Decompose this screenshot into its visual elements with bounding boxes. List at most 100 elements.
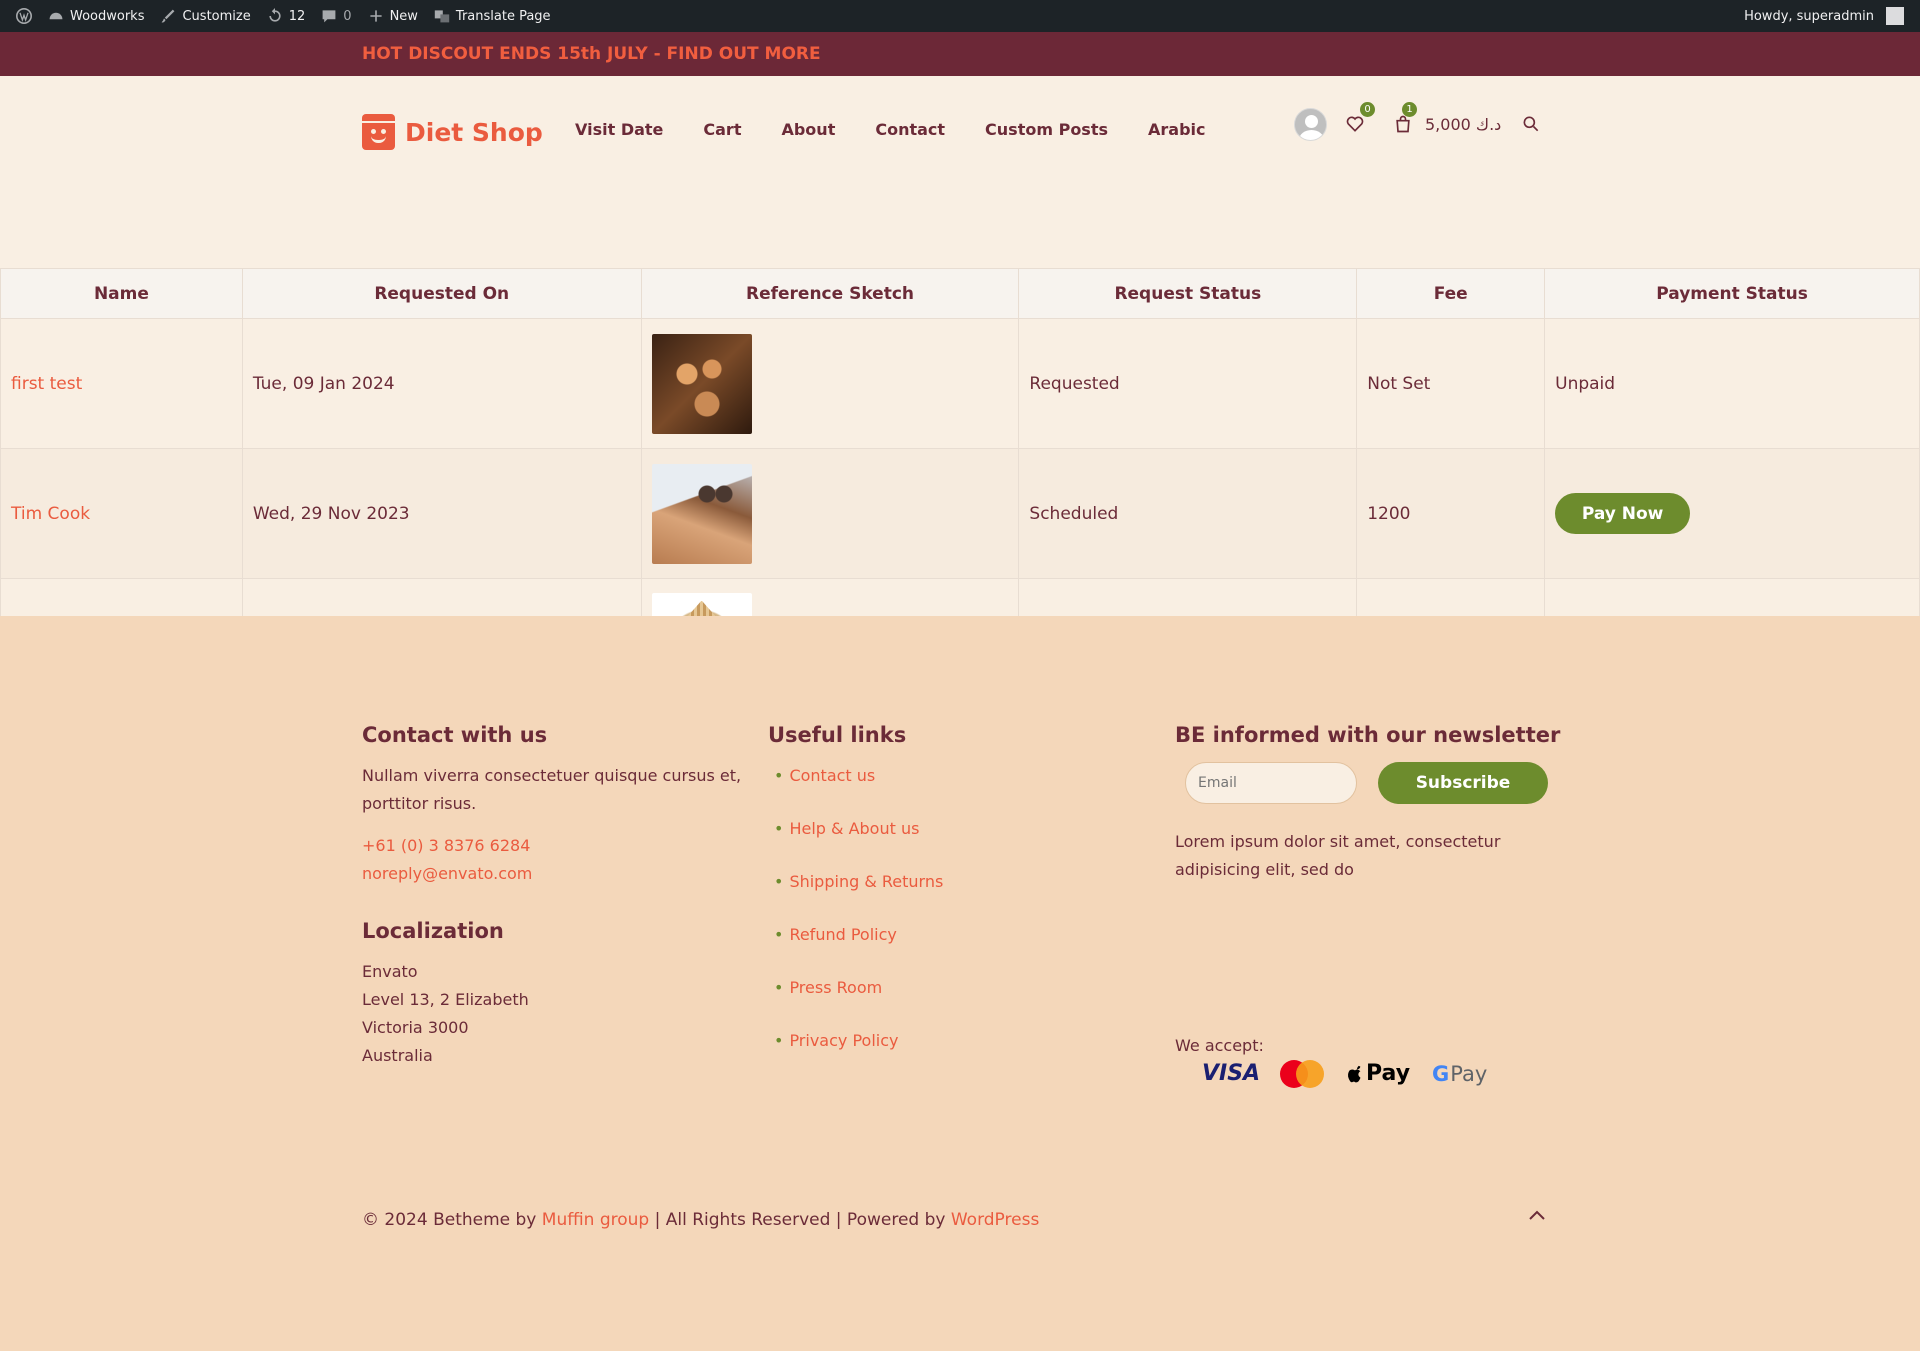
apple-pay-label: Pay (1366, 1061, 1411, 1086)
newsletter-email-input[interactable] (1185, 762, 1357, 804)
footer-link-shipping-returns[interactable]: Shipping & Returns (768, 868, 1068, 921)
nav-item-arabic[interactable]: Arabic (1148, 120, 1206, 139)
useful-links-list: Contact us Help & About us Shipping & Re… (768, 762, 1068, 1080)
we-accept-label: We accept: (1175, 1036, 1264, 1055)
contact-phone-link[interactable]: +61 (0) 3 8376 6284 (362, 832, 742, 860)
pay-now-button[interactable]: Pay Now (1555, 493, 1691, 534)
nav-item-visit-date[interactable]: Visit Date (575, 120, 663, 139)
footer-contact-column: Contact with us Nullam viverra consectet… (362, 722, 742, 1070)
wordpress-icon (16, 8, 32, 24)
column-header-reference-sketch: Reference Sketch (640, 268, 1020, 319)
useful-links-title: Useful links (768, 723, 907, 747)
requested-on-cell: Tue, 09 Jan 2024 (241, 318, 642, 449)
table-row: Tim Cook Wed, 29 Nov 2023 Scheduled 1200… (0, 448, 1920, 579)
footer-link-refund-policy[interactable]: Refund Policy (768, 921, 1068, 974)
site-logo[interactable]: Diet Shop (362, 114, 543, 150)
cart-button[interactable]: 1 (1393, 102, 1417, 134)
google-pay-label: Pay (1450, 1062, 1488, 1086)
wordpress-logo-button[interactable] (8, 0, 40, 32)
search-icon (1523, 116, 1539, 132)
table-row: first test Tue, 09 Jan 2024 Requested No… (0, 318, 1920, 449)
column-header-request-status: Request Status (1018, 268, 1358, 319)
my-account-link[interactable]: Howdy, superadmin (1736, 0, 1912, 32)
request-status-cell: Requested (1018, 318, 1358, 449)
contact-text: Nullam viverra consectetuer quisque curs… (362, 766, 742, 813)
customize-label: Customize (182, 8, 251, 24)
greeting-label: Howdy, superadmin (1744, 8, 1874, 24)
address-line: Level 13, 2 Elizabeth (362, 990, 529, 1009)
new-label: New (389, 8, 418, 24)
google-g-label: G (1432, 1062, 1450, 1086)
nav-item-about[interactable]: About (781, 120, 835, 139)
payment-status-cell: Pay Now (1544, 448, 1920, 579)
requested-on-cell: Wed, 29 Nov 2023 (241, 448, 642, 579)
nav-item-cart[interactable]: Cart (703, 120, 741, 139)
site-footer: Contact with us Nullam viverra consectet… (0, 616, 1920, 1271)
wordpress-link[interactable]: WordPress (951, 1210, 1039, 1230)
sketch-thumbnail-box[interactable] (651, 333, 752, 434)
updates-count: 12 (288, 8, 306, 24)
updates-icon (269, 8, 281, 22)
mastercard-icon (1280, 1060, 1324, 1088)
back-to-top-button[interactable] (1528, 1206, 1546, 1224)
muffin-group-link[interactable]: Muffin group (542, 1210, 649, 1230)
column-header-requested-on: Requested On (241, 268, 642, 319)
address-line: Victoria 3000 (362, 1018, 469, 1037)
subscribe-button[interactable]: Subscribe (1378, 762, 1548, 804)
wishlist-count-badge: 0 (1360, 102, 1375, 117)
translate-icon (434, 10, 450, 23)
main-nav: Visit Date Cart About Contact Custom Pos… (575, 120, 1206, 139)
nav-item-custom-posts[interactable]: Custom Posts (985, 120, 1108, 139)
logo-text: Diet Shop (405, 117, 543, 147)
comment-icon (322, 10, 336, 23)
wishlist-button[interactable]: 0 (1345, 102, 1375, 134)
header-icons: 0 1 5,000 د.ك (1294, 102, 1541, 144)
cart-total[interactable]: 5,000 د.ك (1425, 115, 1501, 134)
chevron-up-icon (1529, 1210, 1545, 1220)
updates-link[interactable]: 12 (259, 0, 314, 32)
search-button[interactable] (1521, 114, 1541, 134)
table-header-row: Name Requested On Reference Sketch Reque… (0, 268, 1920, 319)
brush-icon (162, 9, 175, 23)
fee-cell: 1200 (1356, 448, 1546, 579)
address-line: Envato (362, 962, 418, 981)
footer-link-press-room[interactable]: Press Room (768, 974, 1068, 1027)
site-name-link[interactable]: Woodworks (40, 0, 152, 32)
request-status-cell: Scheduled (1018, 448, 1358, 579)
copyright-middle: | All Rights Reserved | Powered by (654, 1210, 946, 1230)
heart-icon (1346, 116, 1364, 132)
column-header-payment-status: Payment Status (1544, 268, 1920, 319)
promo-link[interactable]: HOT DISCOUT ENDS 15th JULY - FIND OUT MO… (362, 44, 821, 64)
shop-logo-icon (362, 114, 395, 150)
promo-banner: HOT DISCOUT ENDS 15th JULY - FIND OUT MO… (0, 32, 1920, 76)
footer-link-help-about[interactable]: Help & About us (768, 815, 1068, 868)
comments-link[interactable]: 0 (313, 0, 359, 32)
footer-link-contact-us[interactable]: Contact us (768, 762, 1068, 815)
footer-link-privacy-policy[interactable]: Privacy Policy (768, 1027, 1068, 1080)
shopping-bag-icon (1396, 115, 1410, 133)
user-avatar-icon[interactable] (1294, 107, 1327, 141)
request-name-link[interactable]: first test (0, 318, 243, 449)
footer-newsletter-column: BE informed with our newsletter Subscrib… (1175, 722, 1565, 1088)
sketch-cell (640, 448, 1020, 579)
cart-count-badge: 1 (1402, 102, 1417, 117)
nav-item-contact[interactable]: Contact (875, 120, 945, 139)
google-pay-icon: G Pay (1432, 1060, 1487, 1088)
contact-title: Contact with us (362, 723, 548, 747)
newsletter-form: Subscribe (1185, 762, 1565, 804)
fee-cell: Not Set (1356, 318, 1546, 449)
payment-methods: VISA Pay G Pay (1202, 1060, 1487, 1088)
newsletter-text: Lorem ipsum dolor sit amet, consectetur … (1175, 832, 1501, 879)
new-content-link[interactable]: New (360, 0, 426, 32)
sketch-thumbnail-watch-stand[interactable] (651, 463, 752, 564)
contact-email-link[interactable]: noreply@envato.com (362, 860, 742, 888)
plus-icon (369, 10, 382, 22)
dashboard-icon (49, 12, 63, 20)
translate-page-link[interactable]: Translate Page (426, 0, 559, 32)
footer-links-column: Useful links Contact us Help & About us … (768, 722, 1068, 1080)
customize-link[interactable]: Customize (152, 0, 258, 32)
request-name-link[interactable]: Tim Cook (0, 448, 243, 579)
address-line: Australia (362, 1046, 433, 1065)
column-header-fee: Fee (1356, 268, 1546, 319)
column-header-name: Name (0, 268, 243, 319)
